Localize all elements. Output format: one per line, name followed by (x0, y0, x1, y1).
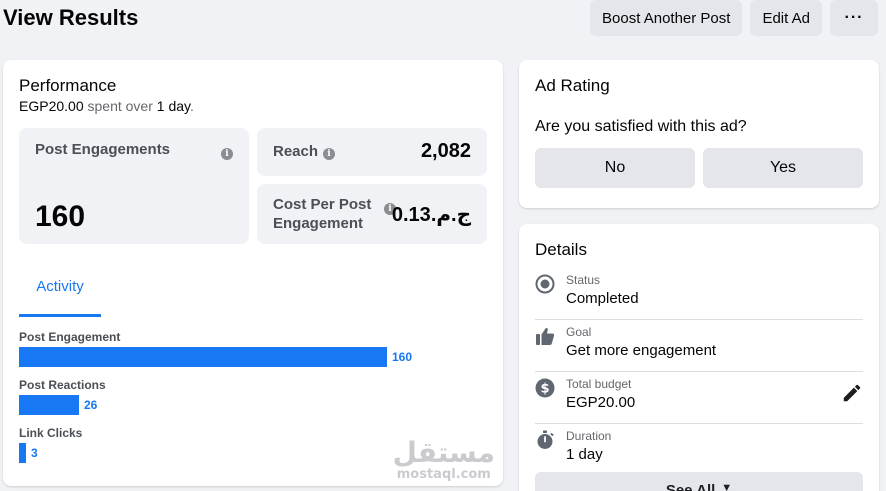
spent-text: spent over (87, 98, 153, 114)
bar-fill (19, 347, 387, 367)
info-icon[interactable]: i (221, 148, 233, 160)
watermark-arabic: مستقل (392, 436, 495, 469)
detail-label: Duration (566, 429, 612, 443)
spent-duration: 1 day (156, 98, 190, 114)
ad-rating-card: Ad Rating Are you satisfied with this ad… (519, 60, 879, 208)
bar-value: 3 (31, 446, 38, 460)
boost-another-post-button[interactable]: Boost Another Post (590, 0, 743, 36)
bar-label: Post Engagement (19, 330, 121, 344)
no-button[interactable]: No (535, 148, 695, 188)
page-title: View Results (3, 5, 139, 30)
details-title: Details (535, 240, 587, 259)
dollar-icon: $ (535, 378, 555, 398)
metric-value: 160 (35, 200, 86, 233)
metric-value: 2,082 (420, 140, 471, 162)
performance-summary: EGP20.00 spent over 1 day. (19, 98, 194, 114)
detail-value: EGP20.00 (566, 394, 636, 411)
metric-label: Cost Per Post Engagement (273, 196, 372, 232)
performance-title: Performance (19, 76, 117, 95)
post-engagements-metric: Post Engagements i 160 (19, 128, 249, 244)
bar-label: Link Clicks (19, 426, 83, 440)
tab-activity[interactable]: Activity (19, 264, 101, 317)
detail-duration: Duration 1 day (535, 424, 863, 476)
yes-button[interactable]: Yes (703, 148, 863, 188)
activity-row-link-clicks: Link Clicks 3 (19, 426, 82, 463)
stopwatch-icon (537, 430, 554, 449)
edit-ad-button[interactable]: Edit Ad (750, 0, 822, 36)
detail-value: Completed (566, 290, 639, 307)
bar-value: 26 (84, 398, 98, 412)
status-icon (535, 274, 555, 294)
detail-label: Goal (566, 325, 592, 339)
ad-rating-title: Ad Rating (535, 76, 610, 95)
top-actions: Boost Another Post Edit Ad ··· (590, 0, 878, 36)
ad-rating-question: Are you satisfied with this ad? (535, 118, 747, 135)
detail-value: 1 day (566, 446, 603, 463)
metric-label: Reach (273, 143, 319, 160)
bar-fill (19, 395, 79, 415)
reach-metric: Reach i 2,082 (257, 128, 487, 176)
more-options-button[interactable]: ··· (830, 0, 878, 36)
detail-goal: Goal Get more engagement (535, 320, 863, 372)
activity-row-post-engagement: Post Engagement 160 (19, 330, 412, 367)
bar-label: Post Reactions (19, 378, 106, 392)
thumbs-up-icon (536, 327, 555, 345)
pencil-icon[interactable] (841, 382, 863, 404)
detail-status: Status Completed (535, 268, 863, 320)
watermark-latin: mostaql.com (396, 467, 491, 482)
metric-value: ج.م.0.13 (391, 204, 471, 226)
detail-label: Status (566, 273, 601, 287)
detail-label: Total budget (566, 377, 632, 391)
activity-row-post-reactions: Post Reactions 26 (19, 378, 106, 415)
metric-label: Post Engagements (35, 141, 171, 158)
mostaql-watermark: مستقل mostaql.com (393, 438, 495, 482)
details-card: Details Status Completed Goal Get more e… (519, 224, 879, 491)
chevron-down-icon: ▼ (721, 482, 733, 491)
detail-total-budget: $ Total budget EGP20.00 (535, 372, 863, 424)
svg-text:$: $ (540, 382, 549, 397)
performance-card: Performance EGP20.00 spent over 1 day. P… (3, 60, 503, 486)
see-all-button[interactable]: See All ▼ (535, 472, 863, 491)
detail-value: Get more engagement (566, 342, 717, 359)
bar-fill (19, 443, 26, 463)
cost-per-engagement-metric: Cost Per Post Engagement i ج.م.0.13 (257, 184, 487, 244)
info-icon[interactable]: i (323, 148, 335, 160)
spent-amount: EGP20.00 (19, 98, 84, 114)
see-all-label: See All (665, 482, 716, 491)
bar-value: 160 (392, 350, 413, 364)
